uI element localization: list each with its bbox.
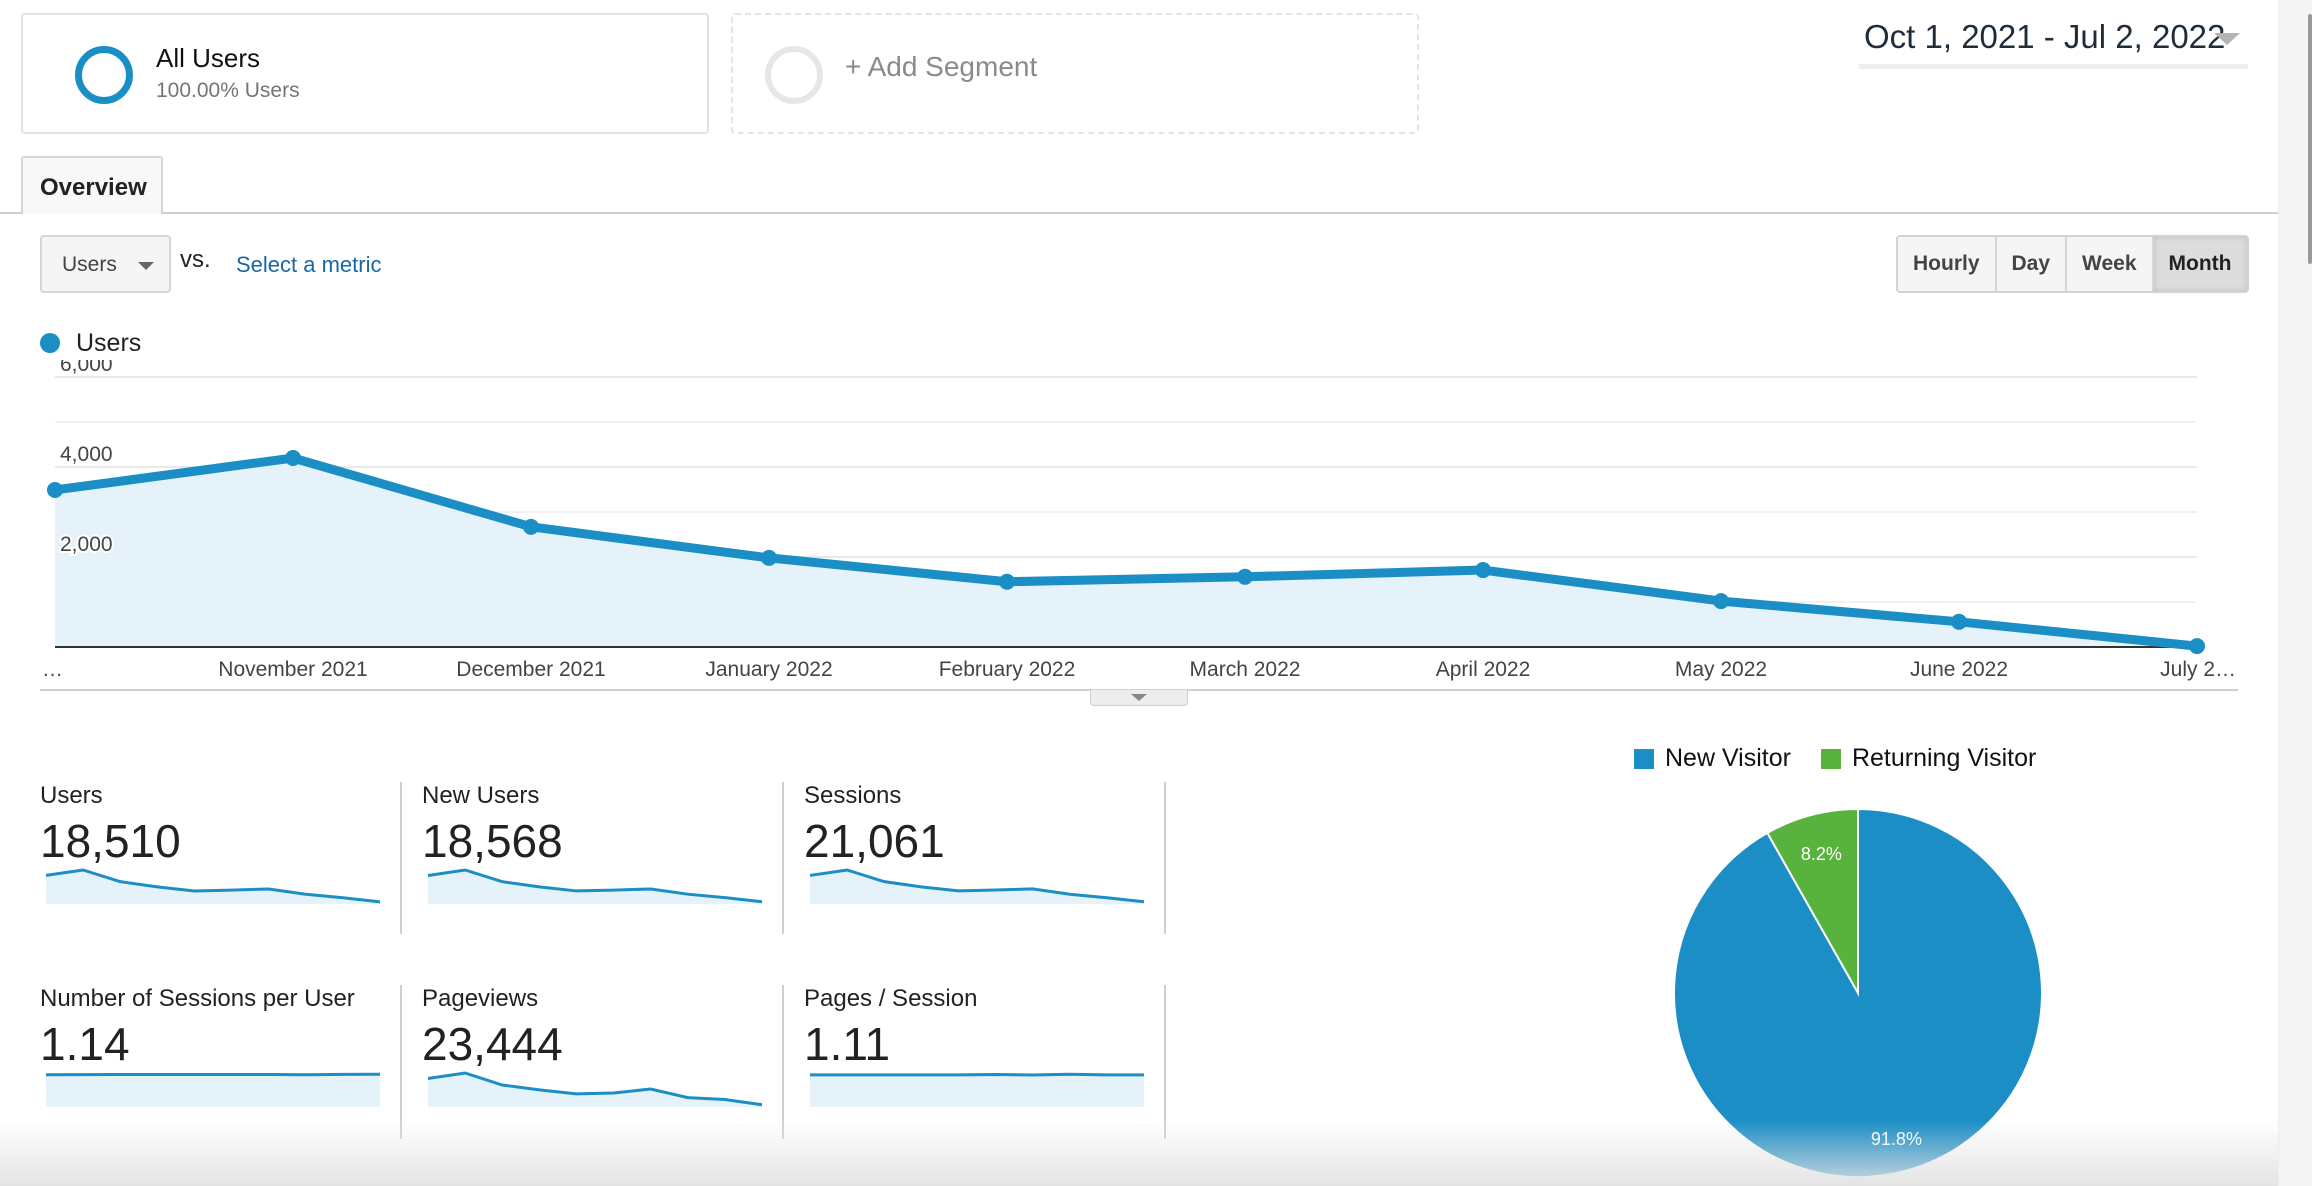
caret-down-icon bbox=[1131, 694, 1147, 701]
y-tick-label: 2,000 bbox=[60, 533, 113, 556]
chart-resize-handle[interactable] bbox=[1090, 690, 1188, 706]
pie-slice-label: 8.2% bbox=[1801, 844, 1842, 864]
legend-returning-visitor-label: Returning Visitor bbox=[1851, 744, 2037, 772]
metric-users[interactable]: Users 18,510 bbox=[40, 782, 390, 942]
metric-sparkline bbox=[810, 1072, 1144, 1107]
data-point[interactable] bbox=[47, 481, 63, 498]
metric-divider bbox=[782, 985, 784, 1139]
x-tick-label: … bbox=[42, 658, 63, 681]
x-tick-label: November 2021 bbox=[218, 658, 367, 681]
metric-sessions[interactable]: Sessions 21,061 bbox=[804, 782, 1154, 942]
data-point[interactable] bbox=[1475, 562, 1491, 579]
pie-slice-label: 91.8% bbox=[1871, 1129, 1922, 1149]
metric-pages-per-session[interactable]: Pages / Session 1.11 bbox=[804, 985, 1154, 1145]
granularity-day-button[interactable]: Day bbox=[1996, 237, 2068, 291]
metric-divider bbox=[782, 782, 784, 934]
segment-empty-ring-icon bbox=[765, 46, 823, 104]
caret-down-icon bbox=[138, 262, 154, 270]
data-point[interactable] bbox=[523, 518, 539, 535]
legend-users-dot-icon bbox=[40, 333, 60, 353]
metric-sparkline bbox=[427, 1071, 763, 1107]
metric-value: 1.14 bbox=[40, 1018, 130, 1070]
data-point[interactable] bbox=[285, 450, 301, 466]
x-tick-label: March 2022 bbox=[1190, 658, 1301, 681]
date-range-picker[interactable]: Oct 1, 2021 - Jul 2, 2022 bbox=[1859, 16, 2248, 69]
x-tick-label: December 2021 bbox=[456, 658, 605, 681]
metric-sparkline bbox=[45, 868, 381, 904]
metric-value: 18,568 bbox=[422, 815, 563, 867]
metric-divider bbox=[400, 985, 402, 1139]
metric-dropdown[interactable]: Users bbox=[40, 235, 171, 293]
legend-returning-visitor[interactable]: Returning Visitor bbox=[1820, 744, 2037, 773]
metric-label: New Users bbox=[422, 782, 540, 809]
granularity-week-button[interactable]: Week bbox=[2067, 237, 2154, 291]
legend-new-visitor[interactable]: New Visitor bbox=[1634, 744, 1791, 773]
granularity-month-button[interactable]: Month bbox=[2153, 237, 2247, 291]
data-point[interactable] bbox=[1951, 613, 1967, 630]
x-tick-label: April 2022 bbox=[1436, 658, 1531, 681]
segment-subtitle: 100.00% Users bbox=[156, 79, 300, 102]
metric-divider bbox=[1164, 985, 1166, 1139]
tab-bar-divider bbox=[0, 212, 2278, 214]
x-tick-label: July 2… bbox=[2160, 658, 2236, 681]
vs-label: vs. bbox=[180, 246, 211, 273]
segment-ring-icon bbox=[75, 46, 133, 104]
x-tick-label: May 2022 bbox=[1675, 658, 1767, 681]
sparkline-line bbox=[810, 1072, 1144, 1077]
x-tick-label: January 2022 bbox=[705, 658, 832, 681]
segment-title: All Users bbox=[156, 43, 261, 73]
metric-value: 1.11 bbox=[804, 1018, 891, 1070]
data-point[interactable] bbox=[1237, 568, 1253, 585]
metric-divider bbox=[1164, 782, 1166, 934]
metric-label: Number of Sessions per User bbox=[40, 985, 355, 1012]
granularity-toggle: Hourly Day Week Month bbox=[1896, 235, 2249, 293]
scrollbar-thumb[interactable] bbox=[2308, 14, 2312, 264]
visitor-type-pie-chart: 91.8% 8.2% bbox=[1673, 807, 2043, 1178]
x-tick-label: June 2022 bbox=[1910, 658, 2008, 681]
metric-label: Pageviews bbox=[422, 985, 539, 1012]
segment-all-users[interactable]: All Users 100.00% Users bbox=[21, 13, 709, 134]
data-point[interactable] bbox=[2189, 638, 2205, 655]
legend-users-label: Users bbox=[76, 329, 142, 357]
metric-sparkline bbox=[427, 868, 763, 904]
add-segment-label: + Add Segment bbox=[845, 51, 1038, 82]
scrollbar-track[interactable] bbox=[2278, 0, 2312, 1186]
add-segment-button[interactable]: + Add Segment bbox=[731, 13, 1419, 134]
tab-overview[interactable]: Overview bbox=[21, 156, 163, 214]
metric-dropdown-value: Users bbox=[62, 253, 117, 276]
metric-label: Sessions bbox=[804, 782, 902, 809]
caret-down-icon bbox=[2214, 33, 2240, 45]
metric-sparkline bbox=[45, 1072, 381, 1107]
sparkline-area bbox=[46, 1074, 380, 1107]
sparkline-line bbox=[45, 1072, 381, 1077]
data-point[interactable] bbox=[999, 573, 1015, 590]
granularity-hourly-button[interactable]: Hourly bbox=[1898, 237, 1997, 291]
tab-overview-label: Overview bbox=[40, 174, 147, 201]
y-tick-label: 6,000 bbox=[60, 360, 113, 376]
metric-sessions-per-user[interactable]: Number of Sessions per User 1.14 bbox=[40, 985, 390, 1145]
users-line-chart: 6,000 4,000 2,000 … November 2021 December 2… bbox=[42, 360, 2236, 681]
metric-pageviews[interactable]: Pageviews 23,444 bbox=[422, 985, 772, 1145]
metric-value: 21,061 bbox=[804, 815, 945, 867]
legend-swatch-icon bbox=[1634, 748, 1654, 769]
metric-sparkline bbox=[809, 868, 1145, 904]
data-point[interactable] bbox=[1713, 593, 1729, 610]
metric-label: Users bbox=[40, 782, 103, 809]
select-metric-link[interactable]: Select a metric bbox=[236, 252, 382, 278]
metric-value: 23,444 bbox=[422, 1018, 563, 1070]
metric-value: 18,510 bbox=[40, 815, 181, 867]
x-tick-label: February 2022 bbox=[939, 658, 1076, 681]
pie-legend: New Visitor Returning Visitor bbox=[1634, 744, 2066, 773]
data-point[interactable] bbox=[761, 549, 777, 566]
y-tick-label: 4,000 bbox=[60, 443, 113, 466]
metric-new-users[interactable]: New Users 18,568 bbox=[422, 782, 772, 942]
legend-new-visitor-label: New Visitor bbox=[1665, 744, 1791, 772]
sparkline-area bbox=[810, 1074, 1144, 1107]
legend-swatch-icon bbox=[1820, 748, 1841, 769]
metric-label: Pages / Session bbox=[804, 985, 978, 1012]
metric-divider bbox=[400, 782, 402, 934]
date-range-label: Oct 1, 2021 - Jul 2, 2022 bbox=[1864, 18, 2226, 55]
